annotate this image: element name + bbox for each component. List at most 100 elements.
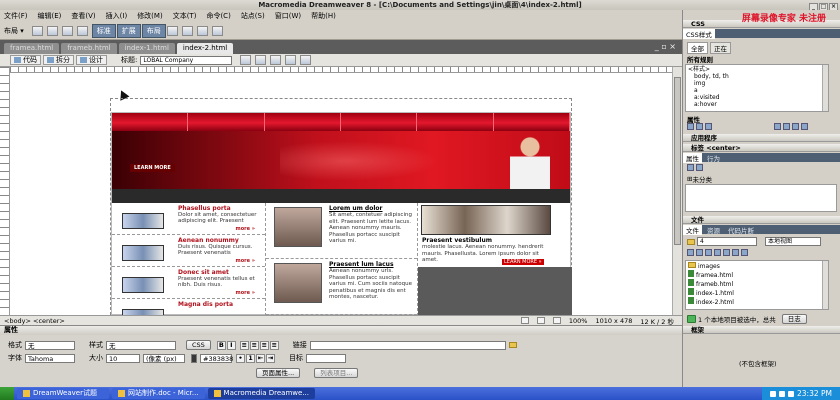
align-left-icon[interactable]: ≡	[239, 340, 249, 350]
tab-snippets[interactable]: 代码片断	[725, 225, 757, 235]
rule-item[interactable]: <样式>	[688, 66, 826, 73]
format-select[interactable]: 无	[25, 340, 75, 350]
window-size[interactable]: 1010 x 478	[595, 317, 632, 325]
tag-selector[interactable]: <body> <center>	[4, 317, 65, 325]
tab-css-styles[interactable]: CSS样式	[683, 28, 715, 39]
frames-icon[interactable]	[196, 25, 208, 36]
align-center-icon[interactable]: ≡	[249, 340, 259, 350]
log-button[interactable]: 日志	[781, 314, 807, 324]
refresh-icon[interactable]	[270, 55, 282, 65]
hand-tool-icon[interactable]	[536, 317, 545, 324]
style-select[interactable]: 无	[106, 340, 176, 350]
layout-cell-icon[interactable]	[76, 25, 88, 36]
layout-table-icon[interactable]	[61, 25, 73, 36]
font-select[interactable]: Tahoma	[25, 353, 75, 363]
news-title[interactable]: Phasellus porta	[178, 205, 231, 212]
site-nav-item[interactable]	[112, 113, 189, 131]
connect-icon[interactable]	[687, 249, 694, 256]
tab-current[interactable]: 正在	[710, 42, 731, 54]
unit-select[interactable]: (像素 (px)	[143, 353, 185, 363]
browse-folder-icon[interactable]	[508, 342, 517, 348]
rule-item[interactable]: img	[688, 80, 826, 87]
start-button[interactable]	[0, 387, 14, 400]
tab-attributes[interactable]: 属性	[683, 152, 702, 163]
file-item[interactable]: images	[688, 262, 826, 270]
news-more-link[interactable]: more »	[236, 258, 255, 264]
menu-file[interactable]: 文件(F)	[4, 11, 28, 21]
scrollbar-thumb[interactable]	[674, 77, 681, 245]
taskbar-item[interactable]: 网站制作.doc - Micr...	[112, 388, 205, 399]
file-item[interactable]: index-1.html	[688, 288, 826, 297]
view-options-icon[interactable]	[285, 55, 297, 65]
site-nav-item[interactable]	[417, 113, 494, 131]
tab-behaviors[interactable]: 行为	[704, 153, 723, 163]
rules-scrollbar[interactable]	[822, 65, 828, 111]
tab-index-2[interactable]: index-2.html	[176, 43, 234, 54]
property-inspector-header[interactable]: 属性	[0, 326, 682, 335]
files-refresh-icon[interactable]	[696, 249, 703, 256]
justify-icon[interactable]: ≡	[269, 340, 279, 350]
tabular-data-icon[interactable]	[211, 25, 223, 36]
rule-item[interactable]: a:visited	[688, 94, 826, 101]
page-properties-button[interactable]: 页面属性...	[256, 368, 301, 378]
menu-modify[interactable]: 修改(M)	[137, 11, 163, 21]
taskbar-item[interactable]: Macromedia Dreamwe...	[207, 388, 315, 399]
taskbar-item[interactable]: DreamWeaver试题	[17, 388, 109, 399]
site-nav-item[interactable]	[265, 113, 341, 131]
set-properties-icon[interactable]	[705, 123, 712, 130]
code-view-button[interactable]: 代码	[10, 55, 41, 65]
frames-panel-header[interactable]: 框架	[683, 326, 840, 334]
menu-text[interactable]: 文本(T)	[173, 11, 197, 21]
rule-item[interactable]: a	[688, 87, 826, 94]
tab-files[interactable]: 文件	[683, 224, 702, 235]
indent-icon[interactable]: ⇥	[266, 353, 275, 363]
menu-window[interactable]: 窗口(W)	[275, 11, 301, 21]
tab-frameb[interactable]: frameb.html	[61, 43, 117, 54]
banner-learn-more[interactable]: LEARN MORE	[130, 164, 175, 172]
tab-framea[interactable]: frameа.html	[4, 43, 60, 54]
news-title[interactable]: Aenean nonummy	[178, 237, 239, 244]
tab-assets[interactable]: 资源	[704, 225, 723, 235]
tab-all[interactable]: 全部	[687, 42, 708, 54]
ime-icon[interactable]	[788, 390, 794, 397]
news-more-link[interactable]: more »	[236, 290, 255, 296]
close-document-icon[interactable]: _ ▫ ×	[655, 42, 676, 51]
zoom-tool-icon[interactable]	[552, 317, 561, 324]
file-tree-scrollbar[interactable]	[822, 261, 828, 309]
menu-insert[interactable]: 插入(I)	[106, 11, 128, 21]
right-title[interactable]: Praesent vestibulum	[422, 237, 492, 244]
css-button[interactable]: CSS	[186, 340, 211, 350]
bold-button[interactable]: B	[216, 340, 226, 350]
edit-rule-icon[interactable]	[792, 123, 799, 130]
attach-stylesheet-icon[interactable]	[774, 123, 781, 130]
news-title[interactable]: Donec sit amet	[178, 269, 229, 276]
file-management-icon[interactable]	[240, 55, 252, 65]
layer-icon[interactable]	[46, 25, 58, 36]
canvas-scrollbar[interactable]	[672, 67, 682, 315]
mode-expanded-button[interactable]: 扩展	[116, 23, 141, 38]
check-out-icon[interactable]	[723, 249, 730, 256]
split-view-button[interactable]: 拆分	[43, 55, 74, 65]
volume-icon[interactable]	[779, 390, 785, 397]
feature-title[interactable]: Lorem um dolor	[329, 205, 382, 212]
files-panel-header[interactable]: 文件	[683, 216, 840, 224]
expand-panel-icon[interactable]	[741, 249, 748, 256]
visual-aids-icon[interactable]	[300, 55, 312, 65]
rule-item[interactable]: a:hover	[688, 101, 826, 108]
file-item[interactable]: frameа.html	[688, 270, 826, 279]
unclassified-row[interactable]: ⊞ 未分类	[687, 174, 712, 184]
link-input[interactable]	[309, 340, 506, 350]
tag-inspector-header[interactable]: 标签 <center>	[683, 144, 840, 152]
target-select[interactable]	[306, 353, 346, 363]
category-icon[interactable]	[687, 164, 694, 171]
align-right-icon[interactable]: ≡	[259, 340, 269, 350]
menu-commands[interactable]: 命令(C)	[206, 11, 230, 21]
file-item[interactable]: frameb.html	[688, 279, 826, 288]
site-select[interactable]: 4	[697, 237, 757, 246]
delete-rule-icon[interactable]	[801, 123, 808, 130]
tab-index-1[interactable]: index-1.html	[118, 43, 175, 54]
sort-icon[interactable]	[696, 164, 703, 171]
network-icon[interactable]	[770, 390, 776, 397]
outdent-icon[interactable]: ⇤	[256, 353, 265, 363]
news-more-link[interactable]: more »	[236, 226, 255, 232]
